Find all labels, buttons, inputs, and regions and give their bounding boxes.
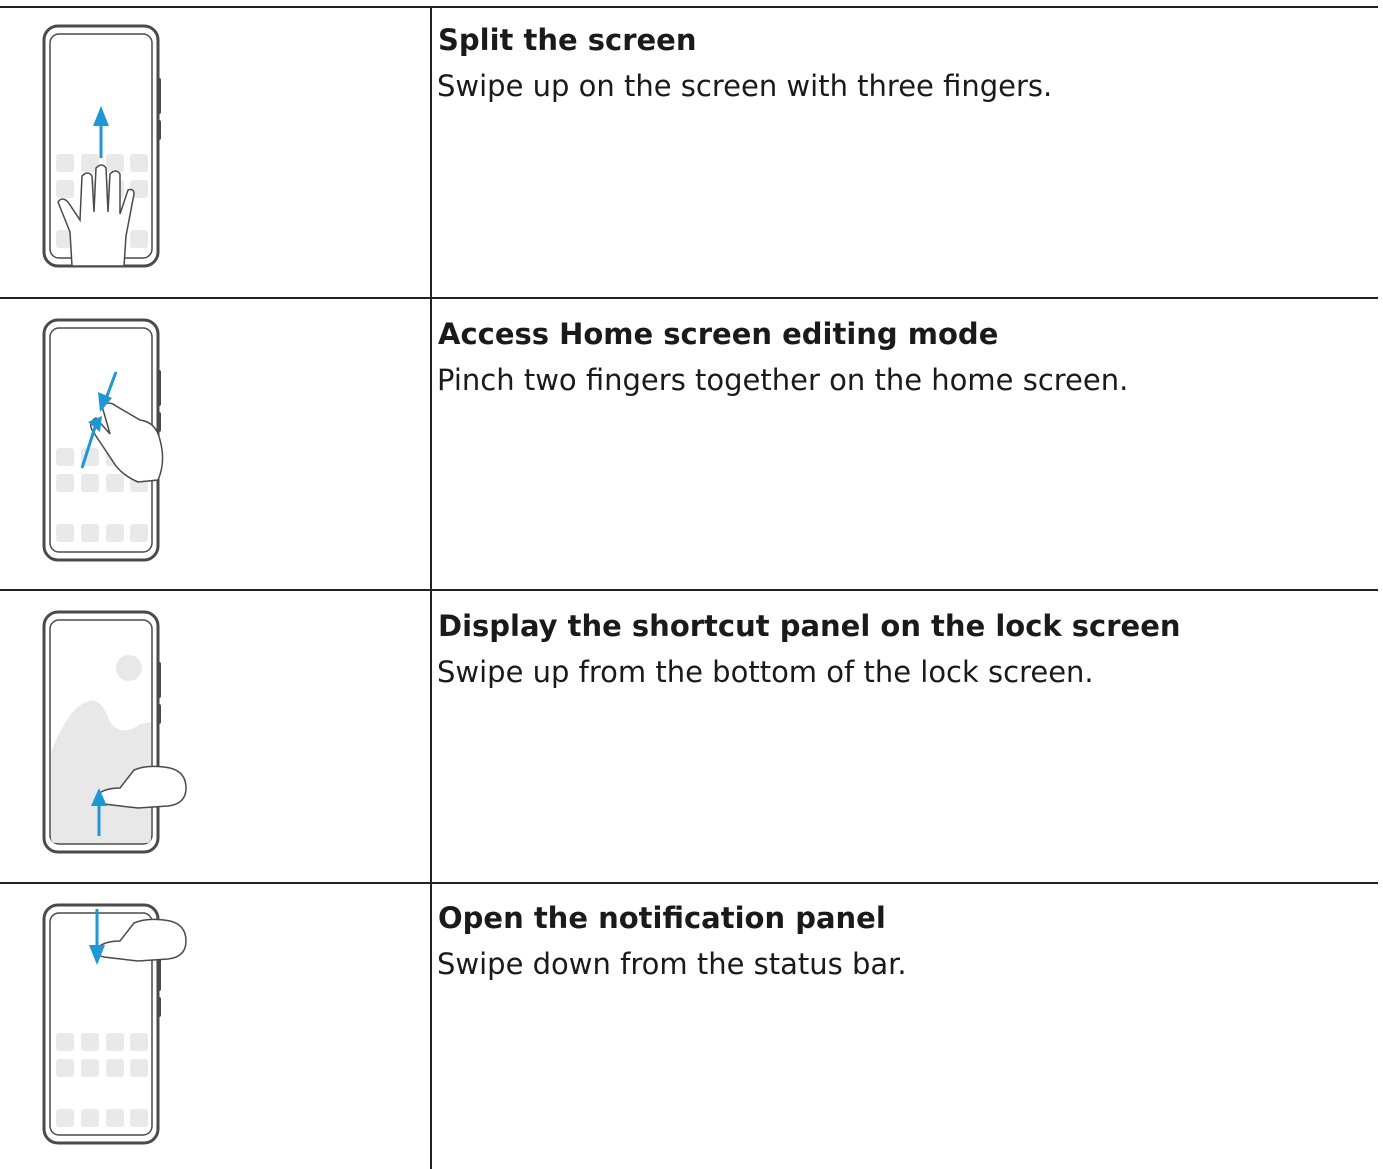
gesture-description: Pinch two fingers together on the home s… [437, 363, 1129, 397]
swipe-up-from-bottom-icon [42, 610, 187, 854]
gesture-description: Swipe down from the status bar. [437, 947, 907, 981]
column-divider [430, 6, 432, 1169]
row-divider [0, 882, 1378, 884]
gesture-description: Swipe up from the bottom of the lock scr… [437, 655, 1094, 689]
row-divider [0, 297, 1378, 299]
gesture-text-cell: Split the screen Swipe up on the screen … [437, 20, 1368, 106]
illustration-cell [0, 592, 430, 882]
gesture-title: Split the screen [438, 23, 697, 57]
illustration-cell [0, 8, 430, 298]
gesture-title: Display the shortcut panel on the lock s… [438, 609, 1181, 643]
illustration-cell [0, 885, 430, 1169]
swipe-down-from-status-bar-icon [42, 903, 187, 1145]
gesture-title: Open the notification panel [438, 901, 886, 935]
gesture-text-cell: Open the notification panel Swipe down f… [437, 898, 1368, 984]
gesture-description: Swipe up on the screen with three finger… [437, 69, 1053, 103]
gesture-text-cell: Display the shortcut panel on the lock s… [437, 606, 1368, 692]
gesture-text-cell: Access Home screen editing mode Pinch tw… [437, 314, 1368, 400]
illustration-cell [0, 300, 430, 590]
two-finger-pinch-icon [42, 318, 164, 562]
three-finger-swipe-up-icon [42, 24, 161, 268]
row-divider [0, 589, 1378, 591]
gesture-title: Access Home screen editing mode [438, 317, 999, 351]
